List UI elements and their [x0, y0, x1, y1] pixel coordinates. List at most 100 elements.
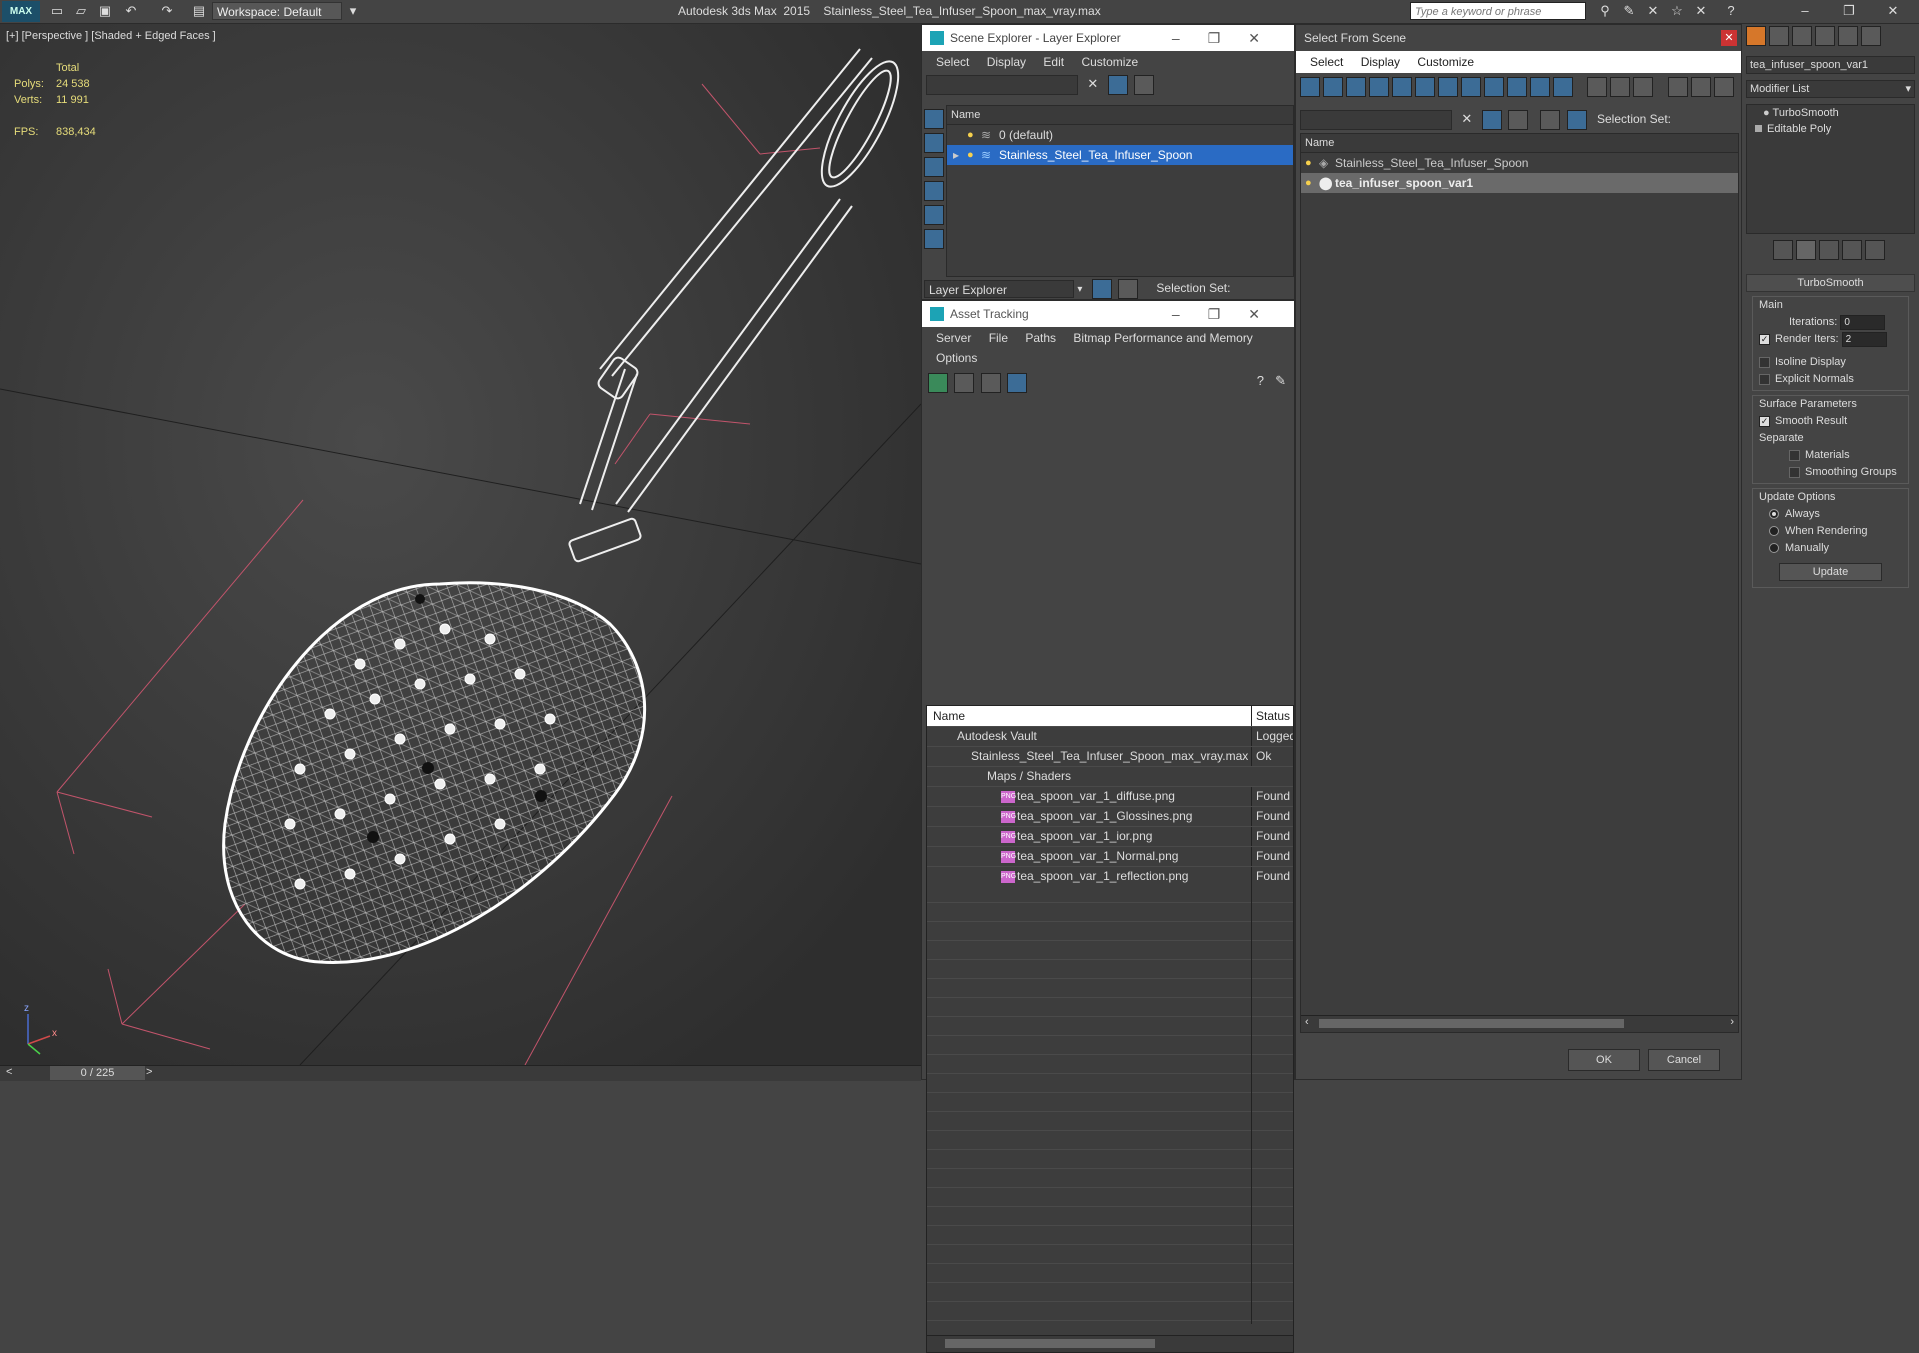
display-geometry-icon[interactable]: [1300, 77, 1320, 97]
lightbulb-icon[interactable]: ●: [967, 145, 974, 165]
menu-select[interactable]: Select: [936, 55, 969, 69]
workspace-dropdown[interactable]: Workspace: Default: [212, 2, 342, 20]
filter-icon[interactable]: [1481, 109, 1502, 130]
utilities-tab-icon[interactable]: [1861, 26, 1881, 46]
tools-icon[interactable]: ✎: [1620, 3, 1638, 19]
motion-tab-icon[interactable]: [1815, 26, 1835, 46]
window-controls[interactable]: –❐✕: [1172, 25, 1288, 51]
display-spacewarps-icon[interactable]: [1415, 77, 1435, 97]
save-icon[interactable]: ▣: [96, 3, 114, 19]
stack-item-editable-poly[interactable]: Editable Poly: [1747, 122, 1914, 136]
pin-stack-icon[interactable]: [1773, 240, 1793, 260]
table-view-icon[interactable]: [1007, 373, 1028, 393]
remove-modifier-icon[interactable]: [1842, 240, 1862, 260]
menu-select[interactable]: Select: [1310, 55, 1343, 69]
frame-counter[interactable]: 0 / 225: [50, 1066, 145, 1080]
clear-icon[interactable]: ✕: [1461, 111, 1472, 126]
scroll-left-icon[interactable]: ‹: [1305, 1016, 1309, 1028]
redo-icon[interactable]: ↷: [158, 3, 176, 19]
tree-row-default-layer[interactable]: ● ≋ 0 (default): [947, 125, 1293, 145]
exchange-icon[interactable]: ✕: [1692, 3, 1710, 19]
asset-row-map[interactable]: PNGtea_spoon_var_1_ior.png Found: [927, 827, 1293, 847]
highlight-editor-icon[interactable]: ✎: [1275, 373, 1286, 389]
configure-modifier-sets-icon[interactable]: [1865, 240, 1885, 260]
make-unique-icon[interactable]: [1819, 240, 1839, 260]
menu-display[interactable]: Display: [1361, 55, 1400, 69]
perspective-viewport[interactable]: z x [+] [Perspective ] [Shaded + Edged F…: [0, 24, 921, 1065]
display-lights-icon[interactable]: [1346, 77, 1366, 97]
help-icon[interactable]: ?: [1722, 3, 1740, 19]
materials-checkbox[interactable]: [1789, 449, 1800, 461]
display-hidden-icon[interactable]: [1553, 77, 1573, 97]
next-frame-button[interactable]: >: [146, 1066, 152, 1078]
clear-icon[interactable]: ✕: [1087, 76, 1098, 91]
display-shapes-icon[interactable]: [1323, 77, 1343, 97]
scrollbar-thumb[interactable]: [945, 1339, 1155, 1348]
app-logo[interactable]: MAX: [2, 1, 40, 22]
chevron-down-icon[interactable]: ▾: [344, 3, 362, 19]
sort-icon[interactable]: [1690, 77, 1711, 97]
render-iters-checkbox[interactable]: ✓: [1759, 333, 1770, 345]
display-groups-icon[interactable]: [1438, 77, 1458, 97]
select-from-scene-title-bar[interactable]: Select From Scene ✕: [1296, 25, 1741, 51]
filter-icon[interactable]: [1107, 75, 1128, 95]
find-field[interactable]: [1300, 109, 1452, 130]
display-invert-icon[interactable]: [924, 157, 944, 177]
display-helpers-icon[interactable]: [1392, 77, 1412, 97]
display-bones-icon[interactable]: [1484, 77, 1504, 97]
expand-arrow-icon[interactable]: ▸: [953, 145, 959, 165]
object-row-spoon-group[interactable]: ● ◈ Stainless_Steel_Tea_Infuser_Spoon: [1301, 153, 1738, 173]
menu-server[interactable]: Server: [936, 331, 971, 345]
display-all-icon[interactable]: [924, 133, 944, 153]
asset-row-maps[interactable]: Maps / Shaders: [927, 767, 1293, 787]
manually-radio[interactable]: [1769, 543, 1779, 554]
update-button[interactable]: Update: [1779, 563, 1882, 581]
asset-row-vault[interactable]: Autodesk Vault Logged: [927, 727, 1293, 747]
hierarchy-mode-icon[interactable]: [1566, 109, 1587, 130]
layer-mode-icon[interactable]: [1091, 278, 1112, 299]
collapse-icon[interactable]: [1713, 77, 1734, 97]
object-name-field[interactable]: tea_infuser_spoon_var1: [1746, 56, 1915, 74]
isoline-checkbox[interactable]: [1759, 356, 1770, 368]
rollout-title[interactable]: TurboSmooth: [1746, 274, 1915, 292]
scene-explorer-title-bar[interactable]: Scene Explorer - Layer Explorer –❐✕: [922, 25, 1294, 51]
layer-filter-icon[interactable]: [1133, 75, 1154, 95]
column-header-status[interactable]: Status: [1251, 706, 1293, 726]
menu-display[interactable]: Display: [987, 55, 1026, 69]
menu-customize[interactable]: Customize: [1417, 55, 1474, 69]
search-input[interactable]: Type a keyword or phrase: [1410, 2, 1586, 20]
display-lights-icon[interactable]: [924, 229, 944, 249]
thumbnail-view-icon[interactable]: [980, 373, 1001, 393]
project-folder-icon[interactable]: ▤: [190, 3, 208, 19]
hierarchy-mode-icon[interactable]: [1118, 278, 1139, 299]
display-containers-icon[interactable]: [1507, 77, 1527, 97]
layer-mode-icon[interactable]: [1540, 109, 1561, 130]
display-none-icon[interactable]: [1610, 77, 1631, 97]
undo-icon[interactable]: ↶: [122, 3, 140, 19]
stack-item-turbosmooth[interactable]: ● TurboSmooth: [1747, 105, 1914, 122]
lightbulb-icon[interactable]: ●: [967, 125, 974, 145]
window-controls[interactable]: –❐✕: [1172, 301, 1288, 327]
display-none-icon[interactable]: [924, 109, 944, 129]
chevron-down-icon[interactable]: ▾: [1905, 81, 1911, 97]
close-icon[interactable]: ✕: [1721, 30, 1737, 46]
display-shapes-icon[interactable]: [924, 205, 944, 225]
horizontal-scrollbar[interactable]: [927, 1335, 1293, 1352]
prev-frame-button[interactable]: <: [6, 1066, 12, 1078]
asset-row-map[interactable]: PNGtea_spoon_var_1_diffuse.png Found: [927, 787, 1293, 807]
always-radio[interactable]: [1769, 509, 1779, 520]
viewport-label[interactable]: [+] [Perspective ] [Shaded + Edged Faces…: [6, 30, 216, 42]
close-icon[interactable]: ✕: [1884, 3, 1902, 19]
asset-row-map[interactable]: PNGtea_spoon_var_1_Normal.png Found: [927, 847, 1293, 867]
help-icon[interactable]: ?: [1257, 373, 1264, 388]
asset-row-map[interactable]: PNGtea_spoon_var_1_Glossines.png Found: [927, 807, 1293, 827]
modify-tab-icon[interactable]: [1769, 26, 1789, 46]
tree-row-spoon-layer[interactable]: ▸ ● ≋ Stainless_Steel_Tea_Infuser_Spoon: [947, 145, 1293, 165]
expand-icon[interactable]: [1755, 125, 1762, 132]
display-tab-icon[interactable]: [1838, 26, 1858, 46]
column-header-name[interactable]: Name: [947, 106, 1293, 125]
sign-in-icon[interactable]: ✕: [1644, 3, 1662, 19]
menu-file[interactable]: File: [989, 331, 1008, 345]
smooth-result-checkbox[interactable]: ✓: [1759, 415, 1770, 427]
filter-icon[interactable]: [1667, 77, 1688, 97]
